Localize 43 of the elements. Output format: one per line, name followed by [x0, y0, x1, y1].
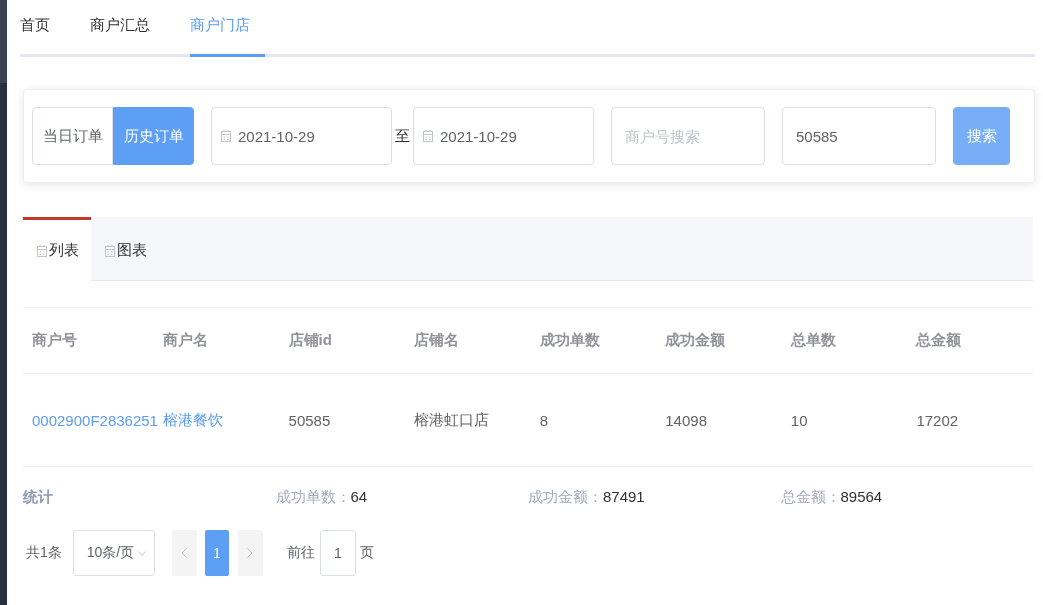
range-separator: 至 [395, 126, 410, 146]
table-cell: 14098 [665, 411, 707, 429]
page-input[interactable]: 1 [319, 530, 356, 576]
column-header: 店铺id [288, 331, 332, 350]
total-count: 共1条 [26, 544, 62, 562]
summary-label: 成功金额： [528, 487, 603, 505]
goto-label: 前往 [286, 544, 315, 562]
summary-value: 89564 [840, 487, 883, 505]
summary-value: 87491 [603, 487, 645, 505]
nav-tab[interactable]: 首页 [20, 0, 65, 57]
column-header: 总金额 [916, 331, 962, 350]
table-cell: 17202 [916, 411, 959, 429]
store-search-field[interactable]: 50585 [782, 107, 936, 165]
column-header: 成功金额 [665, 331, 726, 350]
calendar-icon [221, 130, 231, 142]
column-header: 店铺名 [414, 331, 460, 350]
view-tab[interactable]: 列表 [23, 217, 91, 281]
chevron-right-icon [247, 548, 254, 558]
table-cell: 50585 [288, 411, 331, 429]
view-tab[interactable]: 图表 [91, 217, 159, 281]
nav-tab[interactable]: 商户汇总 [90, 0, 165, 57]
chevron-left-icon [181, 548, 188, 558]
column-header: 商户名 [163, 331, 208, 350]
table-cell: 8 [539, 411, 549, 429]
column-header: 成功单数 [539, 331, 600, 350]
table-cell: 10 [790, 411, 808, 429]
summary-label: 总金额： [780, 487, 841, 505]
calendar-icon [37, 244, 47, 257]
chevron-down-icon [137, 550, 146, 556]
column-header: 商户号 [32, 331, 77, 350]
summary-label: 成功单数： [275, 487, 351, 505]
page-suffix: 页 [359, 544, 374, 562]
page-size-select[interactable]: 10条/页 [72, 530, 155, 576]
order-type-toggle[interactable]: 当日订单 [32, 107, 113, 165]
date-field[interactable]: 2021-10-29 [413, 107, 594, 165]
summary-value: 64 [350, 487, 368, 505]
merchant-search-field[interactable]: 商户号搜索 [611, 107, 765, 165]
summary-title: 统计 [23, 487, 53, 505]
column-header: 总单数 [790, 331, 836, 350]
date-field[interactable]: 2021-10-29 [211, 107, 392, 165]
table-cell: 榕港虹口店 [414, 410, 490, 430]
calendar-icon [423, 130, 433, 142]
calendar-icon [105, 244, 115, 257]
